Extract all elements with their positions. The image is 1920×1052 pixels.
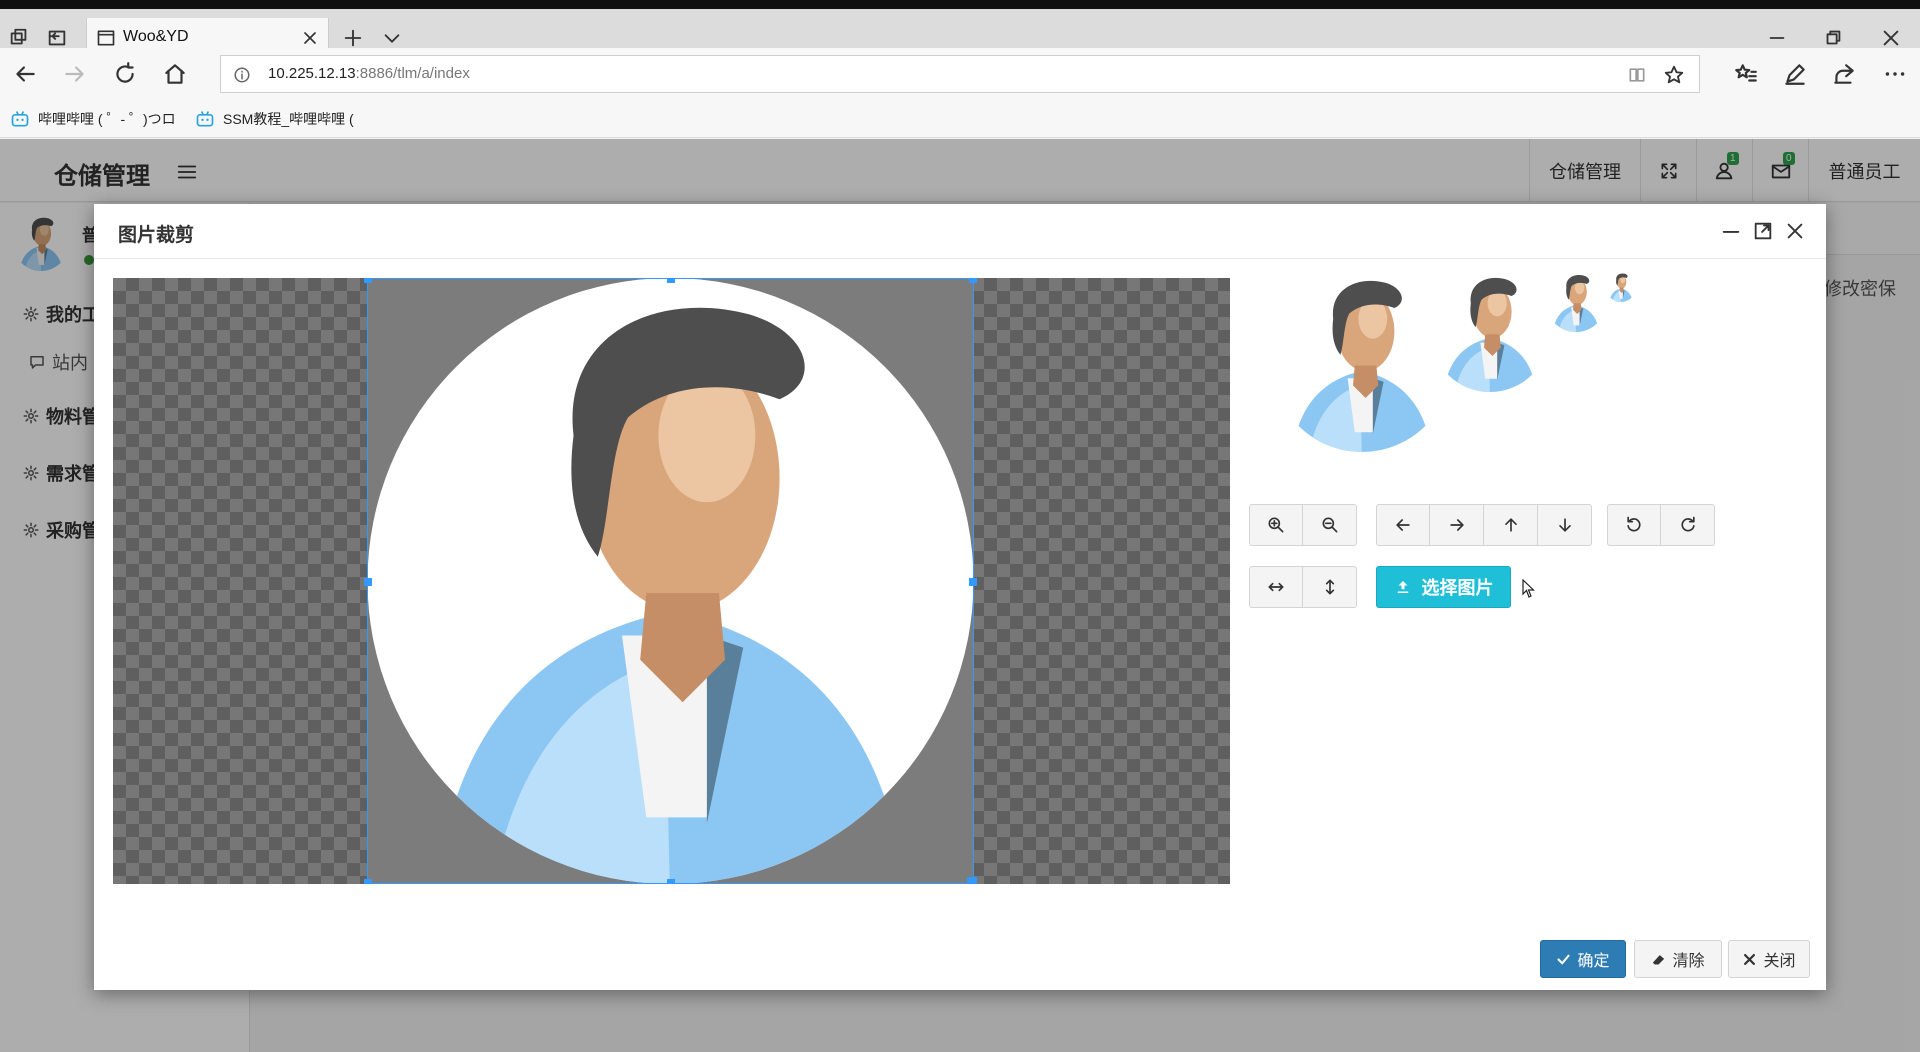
url-host: 10.225.12.13 (268, 65, 356, 82)
home-icon[interactable] (162, 61, 188, 87)
close-dialog-icon[interactable] (1784, 220, 1806, 242)
minimize-dialog-icon[interactable] (1720, 220, 1742, 242)
bookmark-label: 哔哩哔哩 ( ゜- ゜)つロ (38, 111, 176, 127)
notes-pen-icon[interactable] (1782, 61, 1808, 87)
forward-arrow-icon[interactable] (62, 61, 88, 87)
confirm-label: 确定 (1577, 953, 1610, 970)
clear-label: 清除 (1672, 953, 1705, 970)
rotate-left-button[interactable] (1607, 504, 1661, 546)
check-icon (1557, 954, 1571, 964)
move-right-button[interactable] (1430, 504, 1484, 546)
more-icon[interactable] (1882, 61, 1908, 87)
move-left-button[interactable] (1376, 504, 1430, 546)
eraser-icon (1653, 954, 1665, 964)
preview-medium (1430, 272, 1550, 392)
move-group (1376, 504, 1592, 546)
maximize-dialog-icon[interactable] (1752, 220, 1774, 242)
window-top-edge (0, 0, 1920, 9)
bookmark-item[interactable]: SSM教程_哔哩哔哩 ( (195, 109, 354, 129)
crop-box[interactable] (364, 278, 977, 884)
rotate-right-button[interactable] (1661, 504, 1715, 546)
url-path: :8886/tlm/a/index (355, 65, 470, 82)
arrow-down-icon (1558, 518, 1571, 532)
move-down-button[interactable] (1538, 504, 1592, 546)
preview-small (1546, 272, 1606, 332)
flip-horizontal-button[interactable] (1249, 566, 1303, 608)
arrow-right-icon (1449, 519, 1464, 531)
tab-title: Woo&YD (123, 28, 189, 45)
url-field[interactable]: 10.225.12.13:8886/tlm/a/index (220, 55, 1700, 93)
close-button[interactable]: 关闭 (1728, 940, 1810, 978)
back-arrow-icon[interactable] (12, 61, 38, 87)
arrows-vertical-icon (1325, 579, 1334, 595)
flip-group (1249, 566, 1357, 608)
flip-vertical-button[interactable] (1303, 566, 1357, 608)
confirm-button[interactable]: 确定 (1540, 940, 1626, 978)
zoom-group (1249, 504, 1357, 546)
restore-window-icon[interactable] (1822, 27, 1844, 49)
bookmark-item[interactable]: 哔哩哔哩 ( ゜- ゜)つロ (10, 109, 176, 129)
zoom-out-button[interactable] (1303, 504, 1357, 546)
preview-large (1272, 272, 1452, 452)
preview-tiny (1606, 272, 1636, 302)
browser-tab-bar: Woo&YD (0, 9, 1920, 57)
bookmark-label: SSM教程_哔哩哔哩 ( (223, 111, 354, 127)
close-icon (1744, 953, 1756, 965)
image-crop-dialog: 图片裁剪 选择图片 确定 清除 关闭 (94, 204, 1826, 990)
favorite-star-icon[interactable] (1663, 64, 1685, 86)
choose-image-label: 选择图片 (1421, 578, 1494, 598)
address-bar-row: 10.225.12.13:8886/tlm/a/index (0, 48, 1920, 100)
mouse-cursor-icon (1522, 579, 1535, 598)
crop-handle-se[interactable] (967, 877, 977, 884)
minimize-window-icon[interactable] (1766, 27, 1788, 49)
bilibili-icon (11, 111, 29, 127)
crop-area[interactable] (113, 278, 1230, 884)
dialog-title: 图片裁剪 (118, 225, 195, 246)
clear-button[interactable]: 清除 (1634, 940, 1722, 978)
rotate-right-icon (1680, 516, 1695, 532)
url-text: 10.225.12.13:8886/tlm/a/index (268, 65, 470, 82)
crop-handle-nw[interactable] (364, 278, 372, 283)
bilibili-icon (196, 111, 214, 127)
close-window-icon[interactable] (1880, 27, 1902, 49)
zoom-out-icon (1322, 517, 1337, 533)
share-icon[interactable] (1831, 61, 1857, 87)
tab-actions-icon[interactable] (8, 27, 30, 49)
set-aside-tabs-icon[interactable] (46, 27, 68, 49)
crop-handle-s[interactable] (667, 879, 675, 884)
rotate-group (1607, 504, 1715, 546)
arrow-up-icon (1504, 518, 1517, 532)
close-tab-icon[interactable] (300, 28, 320, 48)
arrow-left-icon (1396, 519, 1410, 531)
page-icon (97, 30, 115, 46)
rotate-left-icon (1627, 516, 1641, 532)
dialog-header: 图片裁剪 (94, 204, 1826, 259)
choose-image-button[interactable]: 选择图片 (1376, 566, 1511, 608)
upload-icon (1397, 581, 1408, 593)
chevron-down-icon[interactable] (381, 27, 403, 49)
refresh-icon[interactable] (112, 61, 138, 87)
zoom-in-icon (1268, 517, 1284, 533)
crop-handle-ne[interactable] (969, 278, 977, 283)
move-up-button[interactable] (1484, 504, 1538, 546)
crop-handle-sw[interactable] (364, 879, 372, 884)
site-info-icon[interactable] (233, 66, 251, 84)
close-label: 关闭 (1763, 953, 1796, 970)
bookmarks-bar: 哔哩哔哩 ( ゜- ゜)つロ SSM教程_哔哩哔哩 ( (0, 100, 1920, 138)
crop-handle-e[interactable] (969, 578, 977, 586)
zoom-in-button[interactable] (1249, 504, 1303, 546)
crop-handle-w[interactable] (364, 578, 372, 586)
favorites-list-icon[interactable] (1733, 61, 1759, 87)
crop-handle-n[interactable] (667, 278, 675, 283)
new-tab-icon[interactable] (342, 27, 364, 49)
reading-view-icon[interactable] (1627, 65, 1647, 85)
arrows-horizontal-icon (1268, 582, 1284, 592)
